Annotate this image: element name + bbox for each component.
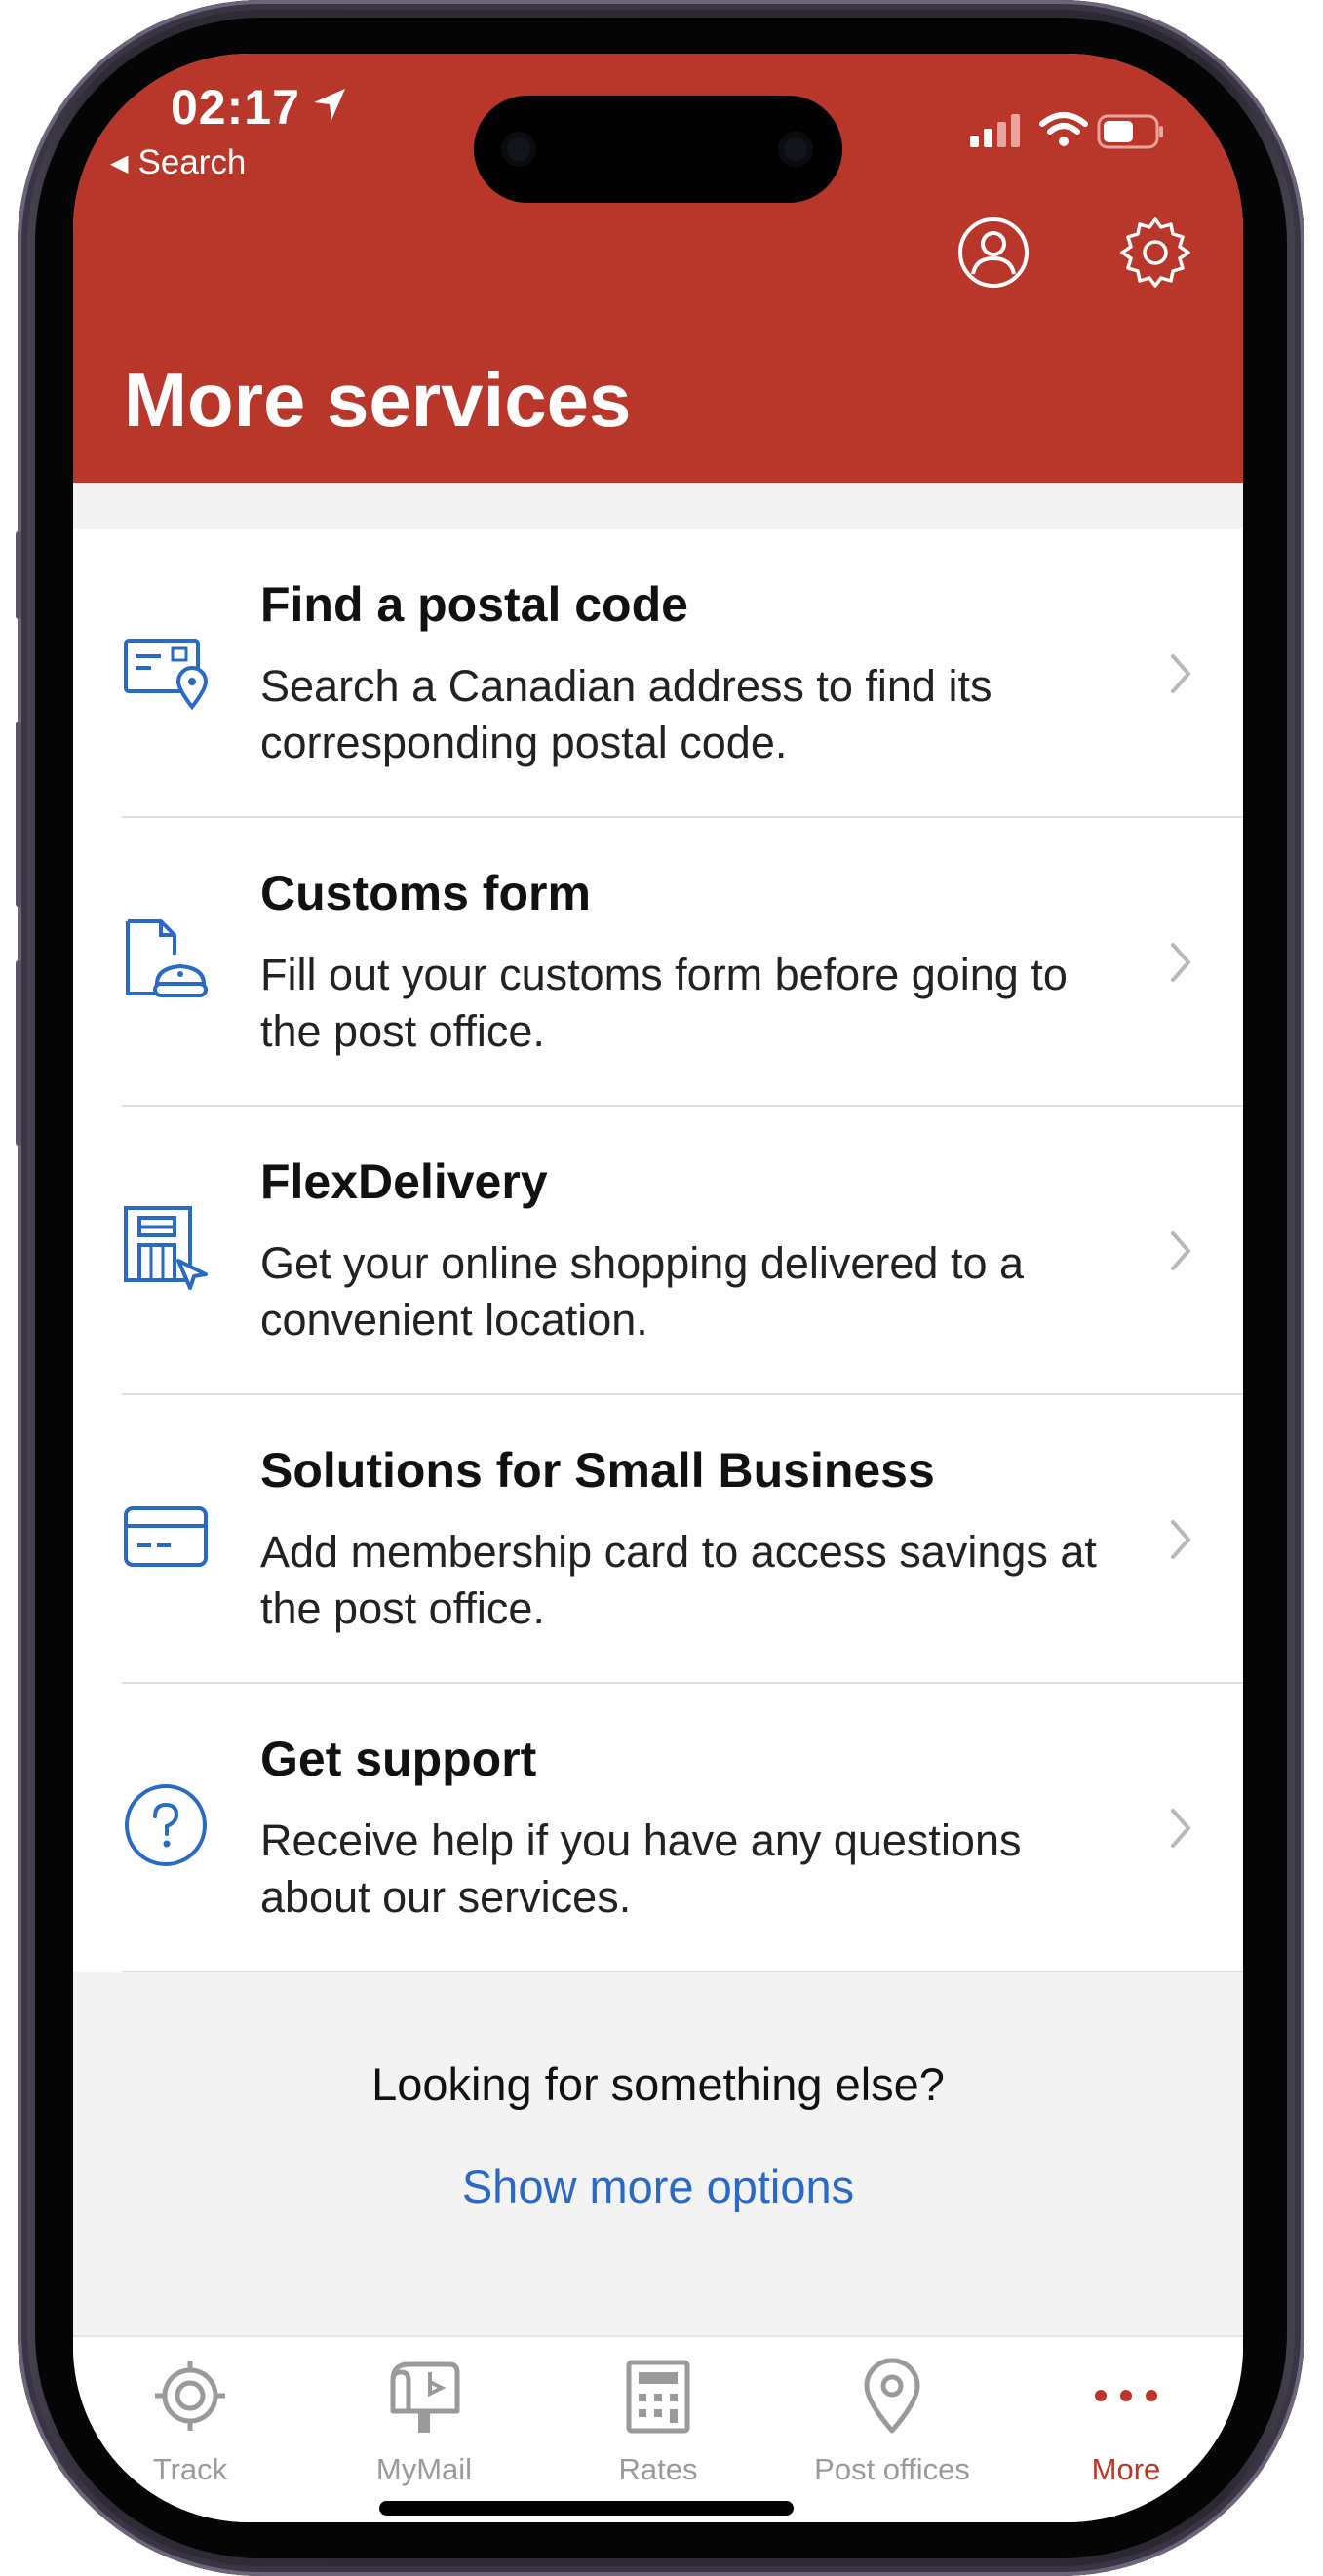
tab-label: More — [1091, 2452, 1161, 2486]
service-item-get-support[interactable]: Get support Receive help if you have any… — [73, 1684, 1243, 1972]
services-list: Find a postal code Search a Canadian add… — [73, 529, 1243, 1972]
chevron-right-icon — [1171, 1231, 1191, 1270]
calculator-icon — [626, 2360, 690, 2434]
sensor-icon — [778, 132, 813, 167]
service-title: Find a postal code — [260, 577, 688, 632]
question-circle-icon — [125, 1784, 207, 1866]
service-description: Fill out your customs form before going … — [260, 950, 1068, 1056]
back-search-label: Search — [137, 143, 247, 181]
tab-rates[interactable]: Rates — [541, 2337, 775, 2522]
tab-mymail[interactable]: MyMail — [307, 2337, 541, 2522]
app-screen: 02:17 ◀ Search More services Find a post… — [73, 54, 1243, 2522]
service-description: Receive help if you have any questions a… — [260, 1815, 1022, 1922]
tab-track[interactable]: Track — [73, 2337, 307, 2522]
show-more-options-link[interactable]: Show more options — [73, 2160, 1243, 2213]
back-triangle-icon: ◀ — [110, 150, 129, 176]
status-icons — [970, 110, 1165, 158]
mailbox-icon — [390, 2361, 460, 2433]
service-title: Solutions for Small Business — [260, 1443, 935, 1498]
front-camera-icon — [501, 132, 536, 167]
chevron-right-icon — [1171, 943, 1191, 982]
tab-more[interactable]: More — [1009, 2337, 1243, 2522]
tab-label: MyMail — [375, 2452, 473, 2486]
profile-icon — [958, 217, 1029, 288]
customs-form-icon — [126, 919, 208, 997]
chevron-right-icon — [1171, 654, 1191, 693]
service-description: Search a Canadian address to find its co… — [260, 661, 992, 767]
service-item-customs-form[interactable]: Customs form Fill out your customs form … — [73, 818, 1243, 1107]
location-pin-icon — [864, 2358, 920, 2434]
service-item-small-business[interactable]: Solutions for Small Business Add members… — [73, 1395, 1243, 1684]
service-item-find-postal-code[interactable]: Find a postal code Search a Canadian add… — [73, 529, 1243, 818]
page-title: More services — [124, 357, 632, 443]
location-arrow-icon — [314, 89, 345, 120]
header: 02:17 ◀ Search More services — [73, 54, 1243, 483]
tab-label: Post offices — [814, 2452, 970, 2486]
settings-gear-icon — [1120, 217, 1190, 288]
back-to-search-link[interactable]: ◀ Search — [110, 143, 246, 182]
track-target-icon — [155, 2361, 225, 2431]
looking-for-else-text: Looking for something else? — [371, 2058, 945, 2110]
divider — [122, 1971, 1243, 1972]
more-dots-icon — [1095, 2390, 1157, 2401]
settings-button[interactable] — [1118, 215, 1192, 294]
phone-side-button — [16, 960, 21, 1146]
service-title: Get support — [260, 1732, 537, 1786]
chevron-right-icon — [1171, 1809, 1191, 1848]
chevron-right-icon — [1171, 1520, 1191, 1559]
service-item-flexdelivery[interactable]: FlexDelivery Get your online shopping de… — [73, 1107, 1243, 1395]
tab-post-offices[interactable]: Post offices — [775, 2337, 1009, 2522]
postal-code-map-pin-icon — [124, 639, 209, 711]
home-indicator[interactable] — [379, 2501, 794, 2516]
phone-side-button — [16, 722, 21, 907]
tab-bar: Track MyMail Rates Post offices More — [73, 2335, 1243, 2522]
status-time: 02:17 — [171, 80, 300, 135]
service-description: Add membership card to access savings at… — [260, 1527, 1097, 1633]
profile-button[interactable] — [956, 215, 1031, 294]
service-title: FlexDelivery — [260, 1154, 548, 1209]
service-description: Get your online shopping delivered to a … — [260, 1238, 1025, 1345]
tab-label: Track — [152, 2452, 228, 2486]
phone-side-button — [16, 531, 21, 619]
service-title: Customs form — [260, 866, 591, 920]
membership-card-icon — [124, 1506, 208, 1567]
dynamic-island — [474, 96, 842, 203]
status-cellular-wifi-battery-icons — [970, 112, 1163, 149]
flexdelivery-building-icon — [124, 1206, 208, 1290]
tab-label: Rates — [618, 2452, 698, 2486]
